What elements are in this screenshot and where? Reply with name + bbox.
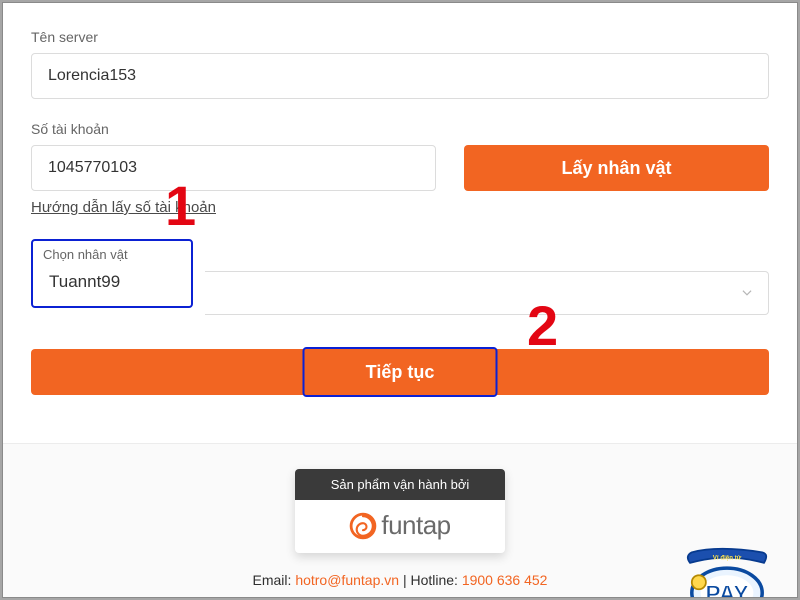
form-card: Tên server Số tài khoản Lấy nhân vật Hướ… — [2, 2, 798, 598]
brand-name: funtap — [381, 510, 450, 541]
email-link[interactable]: hotro@funtap.vn — [295, 572, 399, 588]
contact-line: Email: hotro@funtap.vn | Hotline: 1900 6… — [3, 572, 797, 588]
continue-wrap: Tiếp tục — [31, 349, 769, 395]
server-label: Tên server — [31, 29, 769, 45]
account-row: Lấy nhân vật — [31, 145, 769, 191]
continue-button[interactable]: Tiếp tục — [31, 349, 769, 395]
account-help-link[interactable]: Hướng dẫn lấy số tài khoản — [31, 199, 216, 216]
swirl-icon — [349, 512, 377, 540]
footer: Sản phẩm vận hành bởi funtap Email: hotr… — [3, 451, 797, 598]
hotline-label: Hotline: — [410, 572, 457, 588]
account-input[interactable] — [31, 145, 436, 191]
character-selected: Tuannt99 — [43, 270, 181, 294]
contact-sep: | — [403, 572, 407, 588]
server-group: Tên server — [31, 29, 769, 99]
brand-tagline: Sản phẩm vận hành bởi — [295, 469, 505, 500]
email-label: Email: — [253, 572, 292, 588]
form-content: Tên server Số tài khoản Lấy nhân vật Hướ… — [3, 3, 797, 395]
brand-box: Sản phẩm vận hành bởi funtap — [295, 469, 505, 553]
character-label: Chọn nhân vật — [43, 247, 181, 262]
footer-separator — [3, 443, 797, 451]
hotline-link[interactable]: 1900 636 452 — [462, 572, 548, 588]
server-input[interactable] — [31, 53, 769, 99]
character-group: Chọn nhân vật Tuannt99 — [31, 239, 769, 329]
fetch-character-button[interactable]: Lấy nhân vật — [464, 145, 769, 191]
brand-body: funtap — [295, 500, 505, 553]
account-group: Số tài khoản Lấy nhân vật Hướng dẫn lấy … — [31, 121, 769, 217]
character-highlight: Chọn nhân vật Tuannt99 — [31, 239, 193, 308]
chevron-down-icon — [740, 286, 754, 300]
character-dropdown[interactable] — [205, 271, 769, 315]
svg-text:Ví điện tử: Ví điện tử — [713, 554, 742, 561]
account-label: Số tài khoản — [31, 121, 769, 137]
